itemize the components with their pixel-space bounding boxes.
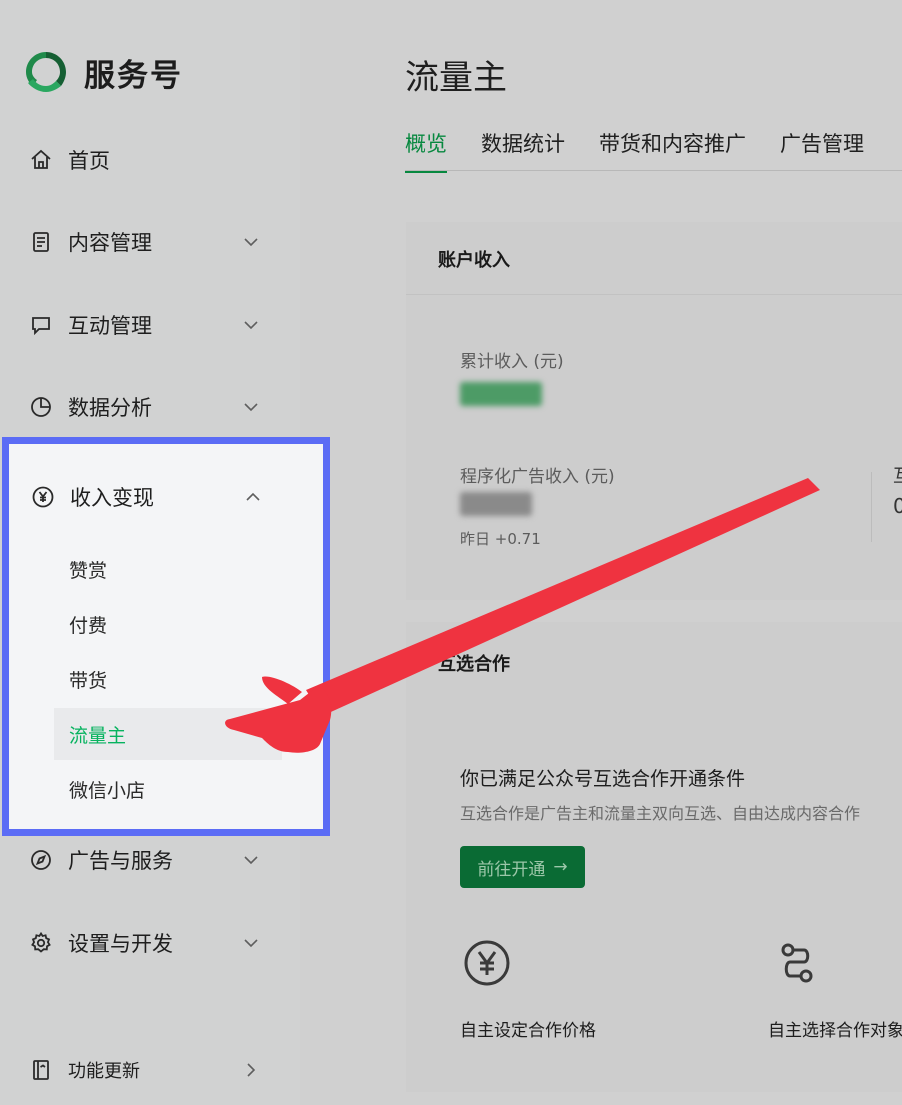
sidebar-item-label: 收入变现: [70, 486, 154, 510]
chat-bubble-icon: [28, 312, 54, 338]
sidebar-item-settings-dev[interactable]: 设置与开发: [28, 923, 268, 963]
sub-item-traffic-owner[interactable]: 流量主: [54, 708, 282, 760]
partial-stat-value: 0: [893, 494, 902, 518]
yesterday-change: 昨日 +0.71: [460, 530, 541, 548]
service-account-logo-icon: [26, 52, 66, 92]
feature-label-partner: 自主选择合作对象: [768, 1021, 902, 1041]
sidebar-item-analytics[interactable]: 数据分析: [28, 387, 268, 427]
total-income-label: 累计收入 (元): [460, 352, 564, 372]
card-title: 互选合作: [438, 654, 510, 675]
sidebar-item-label: 首页: [68, 149, 110, 173]
stat-divider: [871, 472, 872, 542]
chevron-down-icon: [242, 233, 260, 251]
yen-circle-icon: [464, 940, 510, 986]
book-icon: [28, 1057, 54, 1083]
chevron-down-icon: [242, 316, 260, 334]
page-title: 流量主: [405, 58, 507, 98]
brand-name: 服务号: [84, 57, 183, 94]
programmatic-income-value-blurred: [460, 492, 532, 516]
programmatic-income-label: 程序化广告收入 (元): [460, 467, 615, 487]
total-income-value-blurred: [460, 382, 542, 406]
sidebar-item-label: 内容管理: [68, 231, 152, 255]
gear-icon: [28, 930, 54, 956]
pie-chart-icon: [28, 394, 54, 420]
card-divider: [406, 294, 902, 295]
sidebar-item-revenue[interactable]: 收入变现: [30, 477, 270, 517]
chevron-down-icon: [242, 398, 260, 416]
chevron-down-icon: [242, 934, 260, 952]
sidebar-item-feature-updates[interactable]: 功能更新: [28, 1050, 268, 1090]
sidebar-item-label: 互动管理: [68, 314, 152, 338]
mutual-selection-card: 互选合作 你已满足公众号互选合作开通条件 互选合作是广告主和流量主双向互选、自由…: [406, 622, 902, 1092]
tab-statistics[interactable]: 数据统计: [481, 128, 565, 173]
highlighted-revenue-menu: 收入变现 赞赏 付费 带货 流量主 微信小店: [2, 437, 330, 836]
brand-logo[interactable]: 服务号: [22, 48, 183, 96]
sidebar-item-label: 广告与服务: [68, 849, 173, 873]
sidebar-item-label: 功能更新: [68, 1061, 140, 1082]
sub-item-appreciation[interactable]: 赞赏: [54, 543, 282, 595]
sidebar-item-interaction[interactable]: 互动管理: [28, 305, 268, 345]
sidebar-item-label: 数据分析: [68, 396, 152, 420]
tab-bar: 概览 数据统计 带货和内容推广 广告管理: [405, 128, 898, 173]
tab-promotion[interactable]: 带货和内容推广: [599, 128, 746, 173]
tab-divider: [405, 170, 902, 171]
chevron-right-icon: [242, 1061, 260, 1079]
partial-stat-label: 互: [893, 462, 902, 488]
account-income-card: 账户收入 累计收入 (元) 程序化广告收入 (元) 昨日 +0.71 互 0: [406, 222, 902, 600]
tab-overview[interactable]: 概览: [405, 128, 447, 173]
feature-label-pricing: 自主设定合作价格: [460, 1021, 596, 1041]
activate-button-label: 前往开通: [477, 859, 546, 880]
sub-item-selling[interactable]: 带货: [54, 653, 282, 705]
document-icon: [28, 229, 54, 255]
home-icon: [28, 147, 54, 173]
yen-icon: [30, 484, 56, 510]
chevron-down-icon: [242, 851, 260, 869]
activate-button[interactable]: 前往开通 →: [460, 846, 585, 888]
main-content: 流量主 概览 数据统计 带货和内容推广 广告管理 账户收入 累计收入 (元) 程…: [300, 0, 902, 1105]
mutual-selection-description: 互选合作是广告主和流量主双向互选、自由达成内容合作: [460, 804, 861, 823]
sub-item-paid[interactable]: 付费: [54, 598, 282, 650]
route-icon: [781, 943, 813, 983]
sidebar-item-content[interactable]: 内容管理: [28, 222, 268, 262]
compass-icon: [28, 847, 54, 873]
sub-item-wechat-store[interactable]: 微信小店: [54, 763, 282, 815]
sidebar-item-label: 设置与开发: [68, 932, 173, 956]
eligibility-heading: 你已满足公众号互选合作开通条件: [460, 768, 746, 790]
arrow-right-icon: →: [553, 857, 568, 877]
sidebar-item-home[interactable]: 首页: [28, 140, 268, 180]
sidebar-item-ads-services[interactable]: 广告与服务: [28, 840, 268, 880]
chevron-up-icon: [244, 488, 262, 506]
card-title: 账户收入: [438, 250, 510, 271]
tab-ad-management[interactable]: 广告管理: [780, 128, 864, 173]
